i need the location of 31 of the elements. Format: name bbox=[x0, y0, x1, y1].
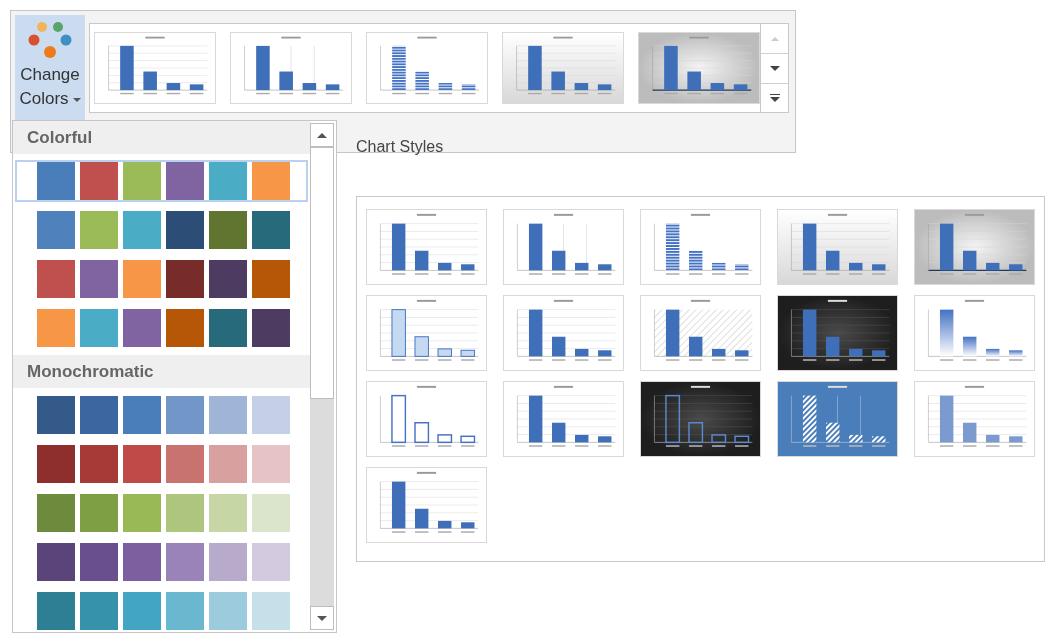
chart-style-thumbnail[interactable] bbox=[914, 295, 1035, 371]
chart-style-thumbnail[interactable] bbox=[640, 295, 761, 371]
scroll-up-button[interactable] bbox=[310, 123, 334, 147]
chart-style-thumbnail[interactable] bbox=[640, 209, 761, 285]
chart-style-thumbnail[interactable] bbox=[640, 381, 761, 457]
chart-style-thumbnail[interactable] bbox=[638, 32, 760, 104]
change-colors-button[interactable]: Change Colors bbox=[15, 15, 85, 121]
chart-style-thumbnail[interactable] bbox=[777, 295, 898, 371]
chart-style-thumbnail[interactable] bbox=[94, 32, 216, 104]
chart-style-thumbnail[interactable] bbox=[502, 32, 624, 104]
chart-style-thumbnail[interactable] bbox=[366, 467, 487, 543]
chart-style-thumbnail[interactable] bbox=[914, 209, 1035, 285]
group-label: Chart Styles bbox=[356, 138, 444, 155]
section-header: Colorful bbox=[13, 121, 310, 154]
chart-style-thumbnail[interactable] bbox=[503, 295, 624, 371]
chart-style-thumbnail[interactable] bbox=[230, 32, 352, 104]
chart-style-thumbnail[interactable] bbox=[366, 381, 487, 457]
chart-style-thumbnail[interactable] bbox=[503, 381, 624, 457]
color-dots-icon bbox=[28, 21, 72, 61]
section-header: Monochromatic bbox=[13, 355, 310, 388]
chart-style-thumbnail[interactable] bbox=[366, 295, 487, 371]
color-scheme-option[interactable] bbox=[15, 160, 308, 202]
scroll-down-button[interactable] bbox=[310, 606, 334, 630]
chart-style-thumbnail[interactable] bbox=[503, 209, 624, 285]
chart-style-thumbnail[interactable] bbox=[777, 209, 898, 285]
chart-style-thumbnail[interactable] bbox=[366, 32, 488, 104]
chart-style-thumbnail[interactable] bbox=[777, 381, 898, 457]
chart-style-thumbnail[interactable] bbox=[366, 209, 487, 285]
caret-icon bbox=[72, 97, 81, 102]
scrollbar-thumb[interactable] bbox=[310, 147, 334, 399]
chart-style-thumbnail[interactable] bbox=[914, 381, 1035, 457]
